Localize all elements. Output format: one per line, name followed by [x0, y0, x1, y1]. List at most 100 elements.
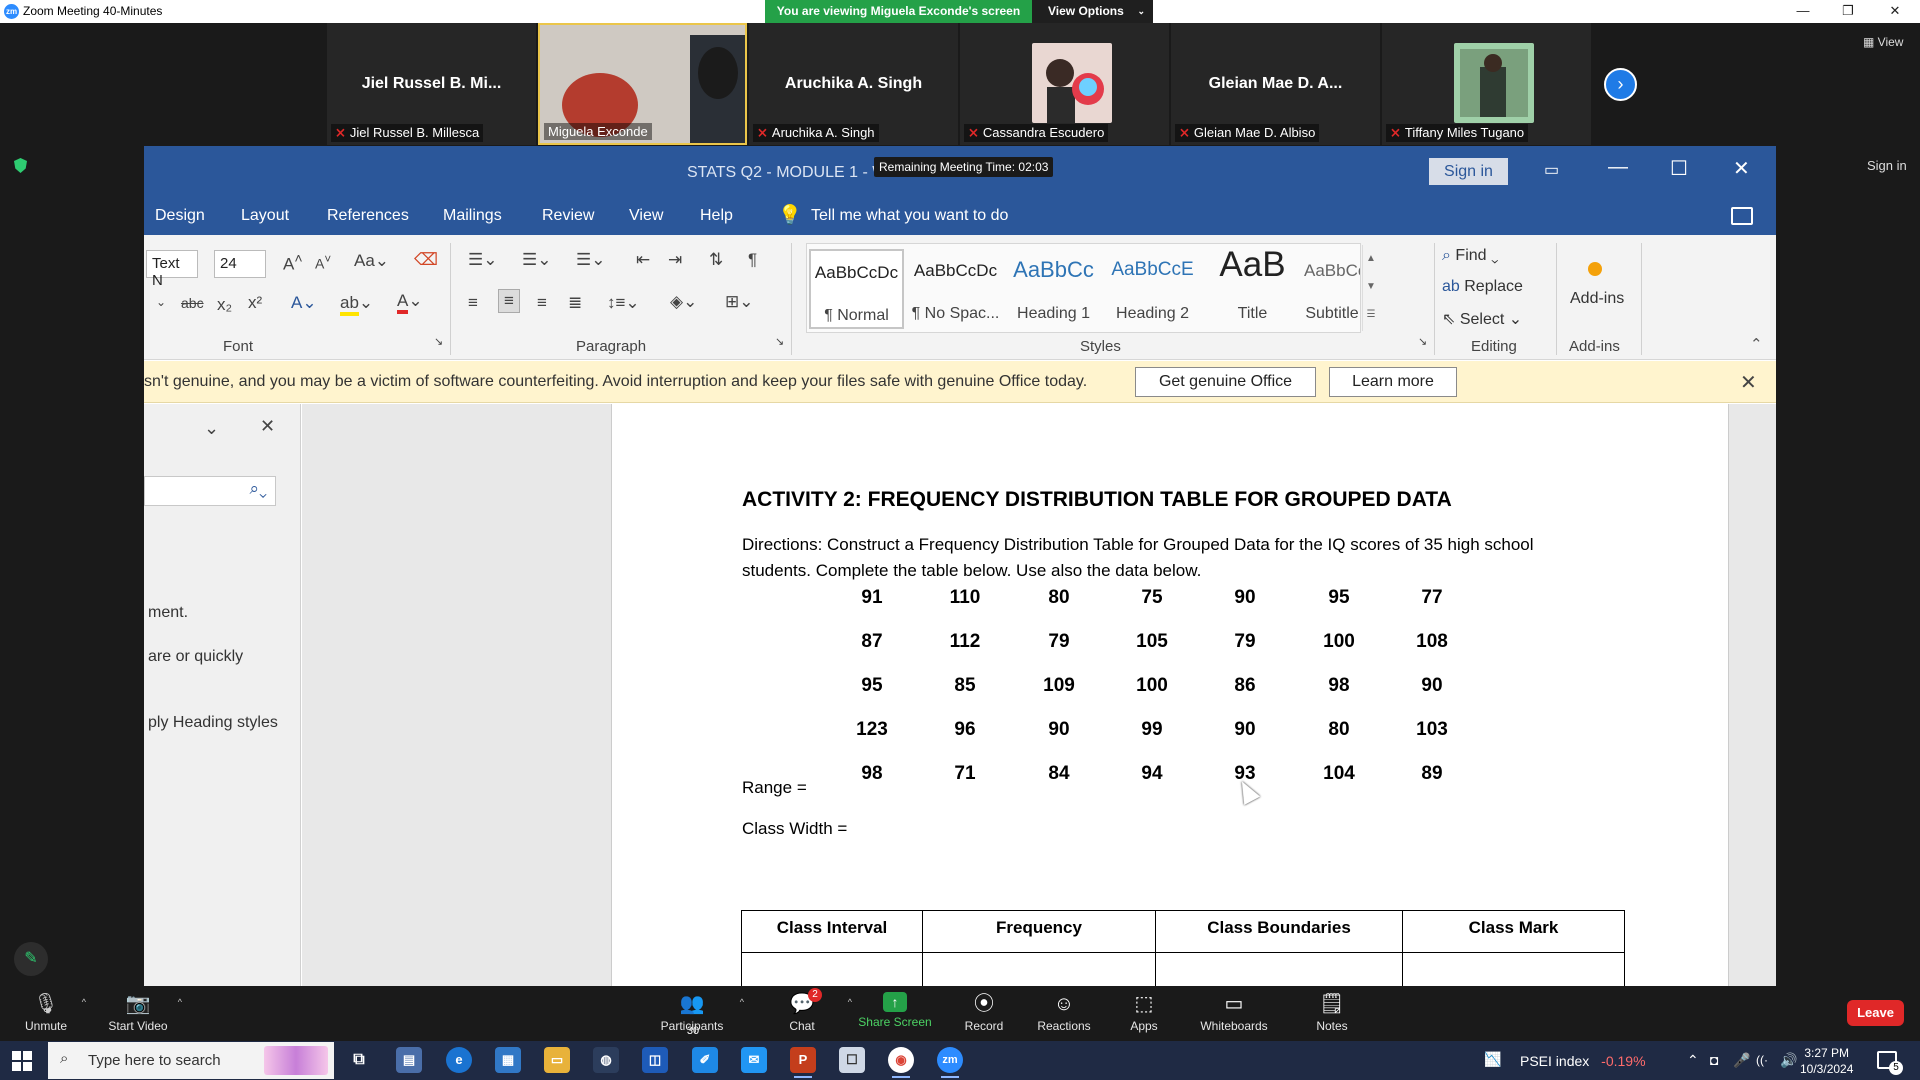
- mail-icon[interactable]: ✉: [741, 1047, 767, 1073]
- store-icon[interactable]: ◫: [642, 1047, 668, 1073]
- style-subtitle[interactable]: AaBbCcE Subtitle: [1304, 249, 1360, 329]
- sort-icon[interactable]: ⇅: [709, 250, 723, 270]
- addins-button[interactable]: Add-ins: [1570, 290, 1624, 308]
- strikethrough-icon[interactable]: abc: [181, 295, 204, 311]
- network-icon[interactable]: ((·: [1756, 1053, 1768, 1067]
- contacts-app-icon[interactable]: ☐: [839, 1047, 865, 1073]
- security-shield-icon[interactable]: [14, 158, 27, 173]
- restore-icon[interactable]: ❐: [1838, 2, 1858, 20]
- notes-button[interactable]: 🗒 Notes: [1288, 986, 1376, 1041]
- calculator-icon[interactable]: ▦: [495, 1047, 521, 1073]
- nav-search-input[interactable]: ⌕⌄: [144, 476, 276, 506]
- line-spacing-icon[interactable]: ↕≡⌄: [607, 293, 640, 313]
- comments-icon[interactable]: [1731, 207, 1753, 225]
- document-page[interactable]: ACTIVITY 2: FREQUENCY DISTRIBUTION TABLE…: [611, 404, 1729, 986]
- chevron-down-icon[interactable]: ⌄: [156, 295, 166, 309]
- multilevel-list-icon[interactable]: ☰⌄: [576, 250, 605, 270]
- participant-tile[interactable]: Jiel Russel B. Mi... ⨯ Jiel Russel B. Mil…: [327, 23, 536, 145]
- tray-chevron-up-icon[interactable]: ⌃: [1687, 1052, 1699, 1069]
- tab-review[interactable]: Review: [542, 207, 594, 225]
- table-cell[interactable]: [922, 952, 1156, 986]
- shrink-font-icon[interactable]: A˅: [315, 253, 331, 272]
- chevron-up-icon[interactable]: ^: [178, 997, 182, 1007]
- apps-button[interactable]: ⬚ Apps: [1100, 986, 1188, 1041]
- font-size-box[interactable]: 24: [214, 250, 266, 278]
- paragraph-dialog-launcher-icon[interactable]: ↘: [775, 335, 784, 348]
- file-explorer-icon[interactable]: ▭: [544, 1047, 570, 1073]
- paint-app-icon[interactable]: ✐: [692, 1047, 718, 1073]
- zoom-app-icon[interactable]: zm: [937, 1047, 963, 1078]
- styles-dialog-launcher-icon[interactable]: ↘: [1418, 335, 1427, 348]
- grow-font-icon[interactable]: A˄: [283, 251, 303, 275]
- style-normal[interactable]: AaBbCcDc ¶ Normal: [809, 249, 904, 329]
- shading-icon[interactable]: ◈⌄: [670, 292, 697, 312]
- table-cell[interactable]: [1402, 952, 1625, 986]
- clear-formatting-icon[interactable]: ⌫: [414, 250, 438, 270]
- view-button[interactable]: ▦ View: [1863, 35, 1903, 49]
- participant-tile[interactable]: ⨯ Cassandra Escudero: [960, 23, 1169, 145]
- stock-widget[interactable]: 📉 PSEI index -0.19%: [1484, 1051, 1646, 1069]
- tab-help[interactable]: Help: [700, 207, 733, 225]
- reactions-button[interactable]: ☺ Reactions: [1020, 986, 1108, 1041]
- tab-view[interactable]: View: [629, 207, 663, 225]
- next-page-arrow-icon[interactable]: ›: [1604, 68, 1637, 101]
- record-button[interactable]: ⦿ Record: [940, 986, 1028, 1041]
- font-color-icon[interactable]: A⌄: [397, 291, 423, 314]
- word-minimize-icon[interactable]: —: [1608, 156, 1628, 179]
- find-button[interactable]: ⌕ Find ⌄: [1442, 247, 1499, 265]
- table-cell[interactable]: [741, 952, 923, 986]
- volume-icon[interactable]: 🔊: [1780, 1052, 1797, 1069]
- decrease-indent-icon[interactable]: ⇤: [636, 250, 650, 270]
- ribbon-display-icon[interactable]: ▭: [1544, 160, 1559, 180]
- learn-more-button[interactable]: Learn more: [1329, 367, 1457, 397]
- windows-start-icon[interactable]: [12, 1051, 32, 1071]
- task-view-icon[interactable]: ⧉: [346, 1047, 372, 1073]
- tray-app-icon[interactable]: ◘: [1710, 1052, 1718, 1068]
- mouse-app-icon[interactable]: ◍: [593, 1047, 619, 1073]
- addins-icon[interactable]: [1588, 262, 1602, 276]
- show-formatting-marks-icon[interactable]: ¶: [748, 250, 757, 270]
- collapse-ribbon-icon[interactable]: ⌃: [1750, 335, 1763, 353]
- select-button[interactable]: ⇖ Select ⌄: [1442, 309, 1522, 329]
- chevron-up-icon[interactable]: ^: [740, 997, 744, 1007]
- style-heading-2[interactable]: AaBbCcE Heading 2: [1105, 249, 1200, 329]
- minimize-icon[interactable]: —: [1793, 2, 1813, 20]
- leave-button[interactable]: Leave: [1847, 1000, 1904, 1026]
- participants-button[interactable]: 👥30 Participants ^: [648, 986, 744, 1041]
- side-signin-link[interactable]: Sign in: [1867, 158, 1907, 173]
- justify-icon[interactable]: ≣: [568, 293, 582, 313]
- powerpoint-icon[interactable]: P: [790, 1047, 816, 1078]
- tell-me-search[interactable]: Tell me what you want to do: [811, 207, 1008, 225]
- style-no-spacing[interactable]: AaBbCcDc ¶ No Spac...: [908, 249, 1003, 329]
- word-maximize-icon[interactable]: ☐: [1670, 156, 1688, 181]
- align-right-icon[interactable]: ≡: [537, 293, 547, 313]
- participant-tile[interactable]: ⨯ Tiffany Miles Tugano: [1382, 23, 1591, 145]
- share-screen-button[interactable]: ↑ Share Screen: [851, 986, 939, 1041]
- annotate-pencil-icon[interactable]: ✎: [14, 942, 48, 976]
- warning-close-icon[interactable]: ✕: [1740, 370, 1757, 395]
- unmute-button[interactable]: 🎙 Unmute ^: [2, 986, 90, 1041]
- style-heading-1[interactable]: AaBbCc Heading 1: [1006, 249, 1101, 329]
- tab-references[interactable]: References: [327, 207, 409, 225]
- nav-close-icon[interactable]: ✕: [260, 416, 275, 437]
- text-effects-icon[interactable]: A⌄: [291, 293, 317, 313]
- replace-button[interactable]: ab Replace: [1442, 278, 1523, 296]
- edge-icon[interactable]: e: [446, 1047, 472, 1073]
- taskbar-clock[interactable]: 3:27 PM 10/3/2024: [1800, 1045, 1853, 1077]
- word-signin-button[interactable]: Sign in: [1429, 158, 1508, 185]
- style-title[interactable]: AaB Title: [1205, 245, 1300, 329]
- start-video-button[interactable]: 📷 Start Video ^: [94, 986, 182, 1041]
- increase-indent-icon[interactable]: ⇥: [668, 250, 682, 270]
- scroll-down-icon[interactable]: ▼: [1363, 273, 1379, 301]
- superscript-icon[interactable]: x²: [248, 293, 262, 313]
- bullets-icon[interactable]: ☰⌄: [468, 250, 497, 270]
- app-icon[interactable]: ▤: [396, 1047, 422, 1073]
- align-center-icon[interactable]: ≡: [498, 289, 520, 313]
- chat-button[interactable]: 💬 2 Chat ^: [758, 986, 852, 1041]
- font-dialog-launcher-icon[interactable]: ↘: [434, 335, 443, 348]
- scroll-up-icon[interactable]: ▲: [1363, 245, 1379, 273]
- participant-tile[interactable]: Aruchika A. Singh ⨯ Aruchika A. Singh: [749, 23, 958, 145]
- view-options-button[interactable]: View Options ⌄: [1032, 0, 1153, 23]
- align-left-icon[interactable]: ≡: [468, 293, 478, 313]
- font-name-box[interactable]: Text N: [146, 250, 198, 289]
